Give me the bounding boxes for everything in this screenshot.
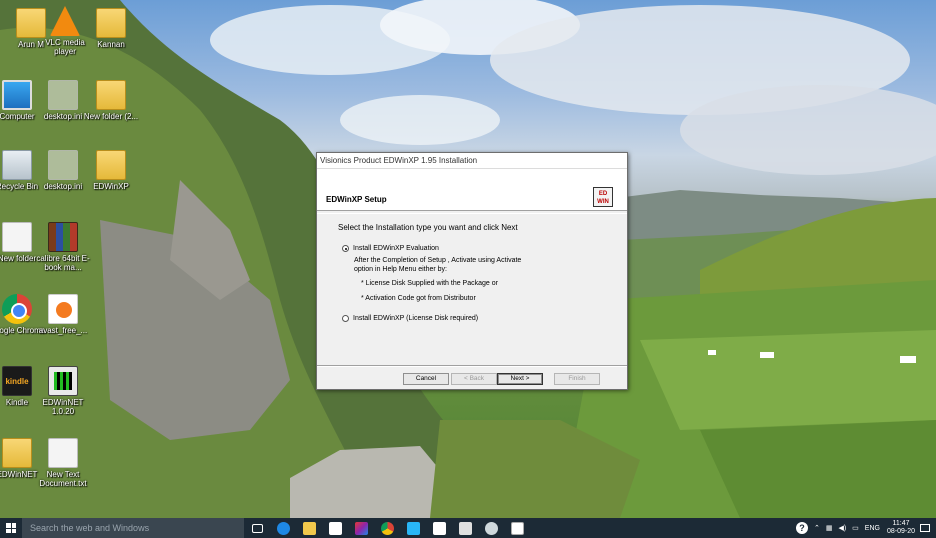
desktop-icon-label: calibre 64bit E-book ma...	[36, 254, 90, 272]
computer-icon	[2, 80, 32, 110]
description-line-2: option in Help Menu either by:	[354, 266, 447, 273]
media-icon	[354, 521, 368, 535]
notifications-icon[interactable]	[920, 524, 930, 532]
folder-icon	[96, 80, 126, 110]
chrome-icon	[380, 521, 394, 535]
bullet-activation-code: * Activation Code got from Distributor	[361, 295, 476, 302]
taskbar-calendar[interactable]	[452, 518, 478, 538]
text-file-icon	[48, 438, 78, 468]
file-icon	[48, 150, 78, 180]
app-icon	[406, 521, 420, 535]
taskbar-app-blue[interactable]	[400, 518, 426, 538]
desktop-icon-kannan[interactable]: Kannan	[80, 8, 142, 49]
folder-icon	[96, 8, 126, 38]
desktop-icon-label: New folder (2...	[83, 112, 139, 121]
kindle-icon: kindle	[2, 366, 32, 396]
task-view-button[interactable]	[244, 518, 270, 538]
radio-evaluation[interactable]	[342, 245, 349, 252]
dialog-title: Visionics Product EDWinXP 1.95 Installat…	[317, 153, 627, 169]
radio-license-disk[interactable]	[342, 315, 349, 322]
dropbox-icon	[432, 521, 446, 535]
cancel-button[interactable]: Cancel	[403, 373, 449, 385]
edwin-logo-icon: ED WIN	[593, 187, 613, 207]
clock-date: 08-09-20	[886, 528, 915, 535]
clock[interactable]: 11:47 08-09-20	[887, 520, 915, 536]
help-icon[interactable]: ?	[795, 522, 808, 534]
desktop-icon-label: avast_free_...	[38, 326, 88, 335]
description-line-1: After the Completion of Setup , Activate…	[354, 257, 522, 264]
network-icon[interactable]: ▦	[826, 524, 833, 532]
volume-icon[interactable]: ◀)	[838, 524, 846, 532]
desktop-icon-label: Kannan	[97, 40, 125, 49]
taskbar-file-explorer[interactable]	[296, 518, 322, 538]
taskbar-dropbox[interactable]	[426, 518, 452, 538]
dialog-body: Select the Installation type you want an…	[317, 213, 627, 367]
battery-icon[interactable]: ▭	[852, 524, 859, 532]
back-button[interactable]: < Back	[451, 373, 497, 385]
folder-icon	[302, 521, 316, 535]
taskbar-chrome[interactable]	[374, 518, 400, 538]
dialog-header: EDWinXP Setup ED WIN	[317, 169, 627, 211]
taskbar-paint[interactable]	[478, 518, 504, 538]
button-separator	[317, 365, 627, 367]
desktop-icon-new-folder-2[interactable]: New folder (2...	[80, 80, 142, 121]
taskbar-edwin-installer[interactable]	[504, 518, 530, 538]
folder-icon	[2, 438, 32, 468]
windows-logo-icon	[6, 523, 16, 533]
language-indicator[interactable]: ENG	[865, 525, 880, 532]
edge-icon	[276, 521, 290, 535]
folder-icon	[96, 150, 126, 180]
desktop-icon-new-text-document[interactable]: New Text Document.txt	[32, 438, 94, 488]
installer-dialog: Visionics Product EDWinXP 1.95 Installat…	[316, 152, 628, 390]
recycle-bin-icon	[2, 150, 32, 180]
clock-time: 11:47	[892, 520, 910, 527]
edwin-icon	[48, 366, 78, 396]
desktop-icon-label: EDWinXP	[93, 182, 129, 191]
desktop-icon-calibre[interactable]: calibre 64bit E-book ma...	[32, 222, 94, 272]
desktop-icon-edwinnet-1020[interactable]: EDWinNET 1.0.20	[32, 366, 94, 416]
start-button[interactable]	[0, 518, 22, 538]
task-view-icon	[251, 523, 263, 533]
instruction-text: Select the Installation type you want an…	[338, 223, 518, 232]
chrome-icon	[2, 294, 32, 324]
taskbar-edge[interactable]	[270, 518, 296, 538]
store-icon	[328, 521, 342, 535]
avast-icon	[48, 294, 78, 324]
taskbar-search-box[interactable]: Search the web and Windows	[22, 518, 244, 538]
desktop-icon-label: New Text Document.txt	[39, 470, 87, 488]
option-evaluation-label: Install EDWinXP Evaluation	[353, 245, 439, 252]
vlc-cone-icon	[50, 6, 80, 36]
books-icon	[48, 222, 78, 252]
option-license-disk[interactable]: Install EDWinXP (License Disk required)	[342, 315, 478, 322]
option-evaluation[interactable]: Install EDWinXP Evaluation	[342, 245, 439, 252]
taskbar-store[interactable]	[322, 518, 348, 538]
setup-heading: EDWinXP Setup	[326, 195, 387, 204]
desktop-icon-edwinxp[interactable]: EDWinXP	[80, 150, 142, 191]
desktop-icon-avast[interactable]: avast_free_...	[32, 294, 94, 335]
finish-button[interactable]: Finish	[554, 373, 600, 385]
system-tray: ? ⌃ ▦ ◀) ▭ ENG 11:47 08-09-20	[793, 518, 936, 538]
desktop-icon-label: EDWinNET 1.0.20	[42, 398, 84, 416]
paint-icon	[484, 521, 498, 535]
bullet-license-disk: * License Disk Supplied with the Package…	[361, 280, 498, 287]
document-icon	[2, 222, 32, 252]
taskbar-media-app[interactable]	[348, 518, 374, 538]
file-icon	[48, 80, 78, 110]
next-button[interactable]: Next >	[497, 373, 543, 385]
chevron-up-icon[interactable]: ⌃	[814, 524, 820, 532]
option-license-disk-label: Install EDWinXP (License Disk required)	[353, 315, 479, 322]
calendar-icon	[458, 521, 472, 535]
taskbar: Search the web and Windows ? ⌃ ▦ ◀) ▭ EN…	[0, 518, 936, 538]
installer-icon	[510, 521, 524, 535]
